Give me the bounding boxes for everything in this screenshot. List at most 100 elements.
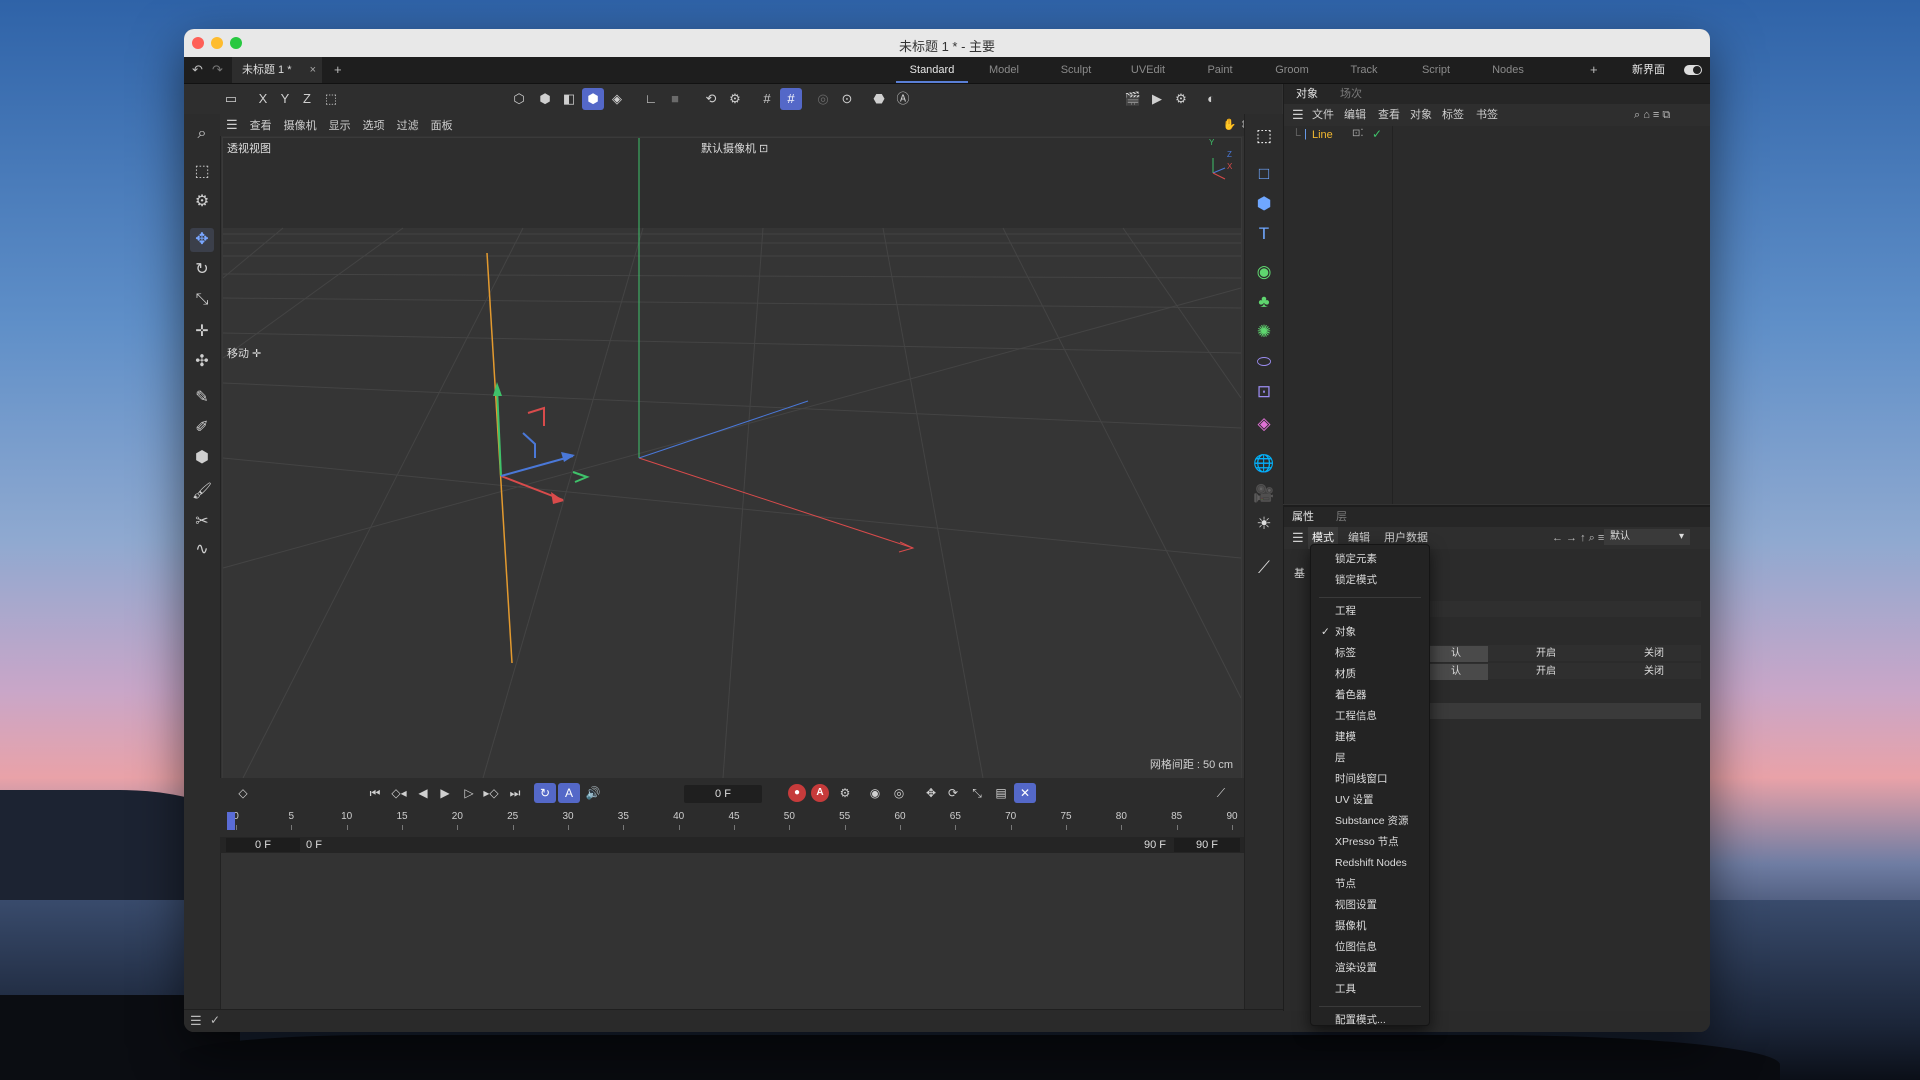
rotate-tool-icon[interactable]: ↻ <box>190 258 214 282</box>
layout-tab-model[interactable]: Model <box>968 57 1040 83</box>
range-start-field-b[interactable]: 0 F <box>304 838 324 852</box>
solo-mode-icon[interactable]: ■ <box>664 88 686 110</box>
key-rotation-icon[interactable]: ⟳ <box>942 783 964 803</box>
loop-icon[interactable]: ↻ <box>534 783 556 803</box>
mode-menu-item[interactable]: XPresso 节点 <box>1311 834 1429 851</box>
new-ui-toggle[interactable] <box>1684 65 1702 75</box>
mode-menu-item[interactable]: 着色器 <box>1311 687 1429 704</box>
attribute-row-1-on[interactable]: 开启 <box>1496 646 1596 662</box>
mode-menu-item[interactable]: 节点 <box>1311 876 1429 893</box>
points-mode-icon[interactable]: ⬡ <box>508 88 530 110</box>
playhead[interactable] <box>227 812 235 830</box>
key-selection-icon[interactable]: ◉ <box>864 783 886 803</box>
viewport-menu-view[interactable]: 查看 <box>250 117 272 133</box>
viewport-menu-panel[interactable]: 面板 <box>431 117 453 133</box>
viewport-menu-camera[interactable]: 摄像机 <box>284 117 317 133</box>
selection-tools-icon[interactable]: ⚙ <box>190 190 214 214</box>
mode-menu-item[interactable]: 配置模式... <box>1311 1012 1429 1029</box>
range-end-field-a[interactable]: 90 F <box>1140 838 1170 852</box>
close-tab-icon[interactable]: × <box>310 57 316 83</box>
layout-tab-track[interactable]: Track <box>1328 57 1400 83</box>
attribute-field-row[interactable] <box>1424 601 1701 617</box>
mode-menu-item[interactable]: 锁定元素 <box>1311 551 1429 568</box>
attribute-dropdown-row[interactable] <box>1424 703 1701 719</box>
mode-menu-item[interactable]: 时间线窗口 <box>1311 771 1429 788</box>
sketch-tool-icon[interactable]: ∿ <box>190 538 214 562</box>
frame-ruler[interactable]: 0 5 10 15 20 25 30 35 40 45 50 55 60 65 70 75 80 85 90 <box>232 811 1238 830</box>
object-menu-tags[interactable]: 标签 <box>1442 104 1464 126</box>
render-picture-viewer-icon[interactable]: ▶ <box>1146 88 1168 110</box>
volume-icon[interactable]: ◈ <box>1252 412 1276 436</box>
key-parameter-icon[interactable]: ▤ <box>990 783 1012 803</box>
attribute-row-1-value[interactable]: 认 <box>1424 646 1488 662</box>
grid-snap-icon[interactable]: # <box>756 88 778 110</box>
snap-settings-icon[interactable]: ⚙ <box>724 88 746 110</box>
perspective-viewport[interactable]: 透视视图 默认摄像机 ⊡ Y Z X 移动 ✛ 网格间距 : 50 cm <box>222 137 1242 779</box>
transform-tools-icon[interactable]: ✣ <box>190 350 214 374</box>
motion-clip-icon[interactable]: ◎ <box>888 783 910 803</box>
texture-mode-icon[interactable]: ◈ <box>606 88 628 110</box>
light-icon[interactable]: ☀ <box>1252 512 1276 536</box>
auto-key-icon[interactable]: Ⓐ <box>892 88 914 110</box>
go-to-start-icon[interactable]: ⏮ <box>364 783 386 803</box>
spline-pen-icon[interactable]: ✎ <box>190 386 214 410</box>
keyframe-settings-icon[interactable]: ⚙ <box>834 783 856 803</box>
object-menu-file[interactable]: 文件 <box>1312 104 1334 126</box>
sound-icon[interactable]: 🔊 <box>582 783 604 803</box>
previous-frame-icon[interactable]: ◀ <box>412 783 434 803</box>
auto-keying-button[interactable]: A <box>811 784 829 802</box>
environment-icon[interactable]: 🌐 <box>1252 452 1276 476</box>
layout-tab-script[interactable]: Script <box>1400 57 1472 83</box>
search-icon[interactable]: ⌕ <box>190 122 214 146</box>
add-document-tab-button[interactable]: + <box>334 57 342 83</box>
undo-icon[interactable]: ↶ <box>192 57 203 83</box>
undo-history-icon[interactable]: ▭ <box>220 88 242 110</box>
null-object-icon[interactable]: ⊡ <box>1252 380 1276 404</box>
layout-tab-standard[interactable]: Standard <box>896 57 968 83</box>
next-frame-icon[interactable]: ▷ <box>458 783 480 803</box>
object-menu-view[interactable]: 查看 <box>1378 104 1400 126</box>
range-start-field-a[interactable]: 0 F <box>226 838 300 852</box>
object-visibility-icon[interactable]: ⊡⁚ <box>1352 128 1364 139</box>
redo-icon[interactable]: ↷ <box>212 57 223 83</box>
mode-menu-item[interactable]: Redshift Nodes <box>1311 855 1429 872</box>
attribute-row-2-on[interactable]: 开启 <box>1496 664 1596 680</box>
move-tool-icon[interactable]: ✥ <box>190 228 214 252</box>
key-position-icon[interactable]: ✥ <box>920 783 942 803</box>
layout-tab-paint[interactable]: Paint <box>1184 57 1256 83</box>
object-menu-object[interactable]: 对象 <box>1410 104 1432 126</box>
camera-object-icon[interactable]: 🎥 <box>1252 482 1276 506</box>
snap-enable-icon[interactable]: # <box>780 88 802 110</box>
default-dropdown[interactable]: 默认 ▾ <box>1604 529 1690 545</box>
pen-object-icon[interactable]: ⬚ <box>1252 124 1276 148</box>
playback-rate-icon[interactable]: A <box>558 783 580 803</box>
mode-menu-item[interactable]: 位图信息 <box>1311 939 1429 956</box>
mode-menu-item[interactable]: 视图设置 <box>1311 897 1429 914</box>
tweak-mode-icon[interactable]: ⟲ <box>700 88 722 110</box>
object-menu-edit[interactable]: 编辑 <box>1344 104 1366 126</box>
key-scale-icon[interactable]: ⤡ <box>966 783 988 803</box>
coordinate-system-icon[interactable]: ⬚ <box>320 88 342 110</box>
mode-menu-item[interactable]: 工具 <box>1311 981 1429 998</box>
mode-menu-item[interactable]: UV 设置 <box>1311 792 1429 809</box>
mode-menu-item[interactable]: Substance 资源 <box>1311 813 1429 830</box>
object-enabled-check-icon[interactable]: ✓ <box>1372 127 1382 141</box>
mode-menu-item[interactable]: 工程 <box>1311 603 1429 620</box>
render-settings-icon[interactable]: ⚙ <box>1170 88 1192 110</box>
cube-icon[interactable]: ⬢ <box>1252 192 1276 216</box>
record-keyframe-button[interactable]: ● <box>788 784 806 802</box>
mode-menu-item[interactable]: 标签 <box>1311 645 1429 662</box>
polygons-mode-icon[interactable]: ◧ <box>558 88 580 110</box>
add-layout-button[interactable]: + <box>1590 57 1598 83</box>
paint-brush-icon[interactable]: 🖌 <box>190 480 214 504</box>
mode-menu-item[interactable]: 工程信息 <box>1311 708 1429 725</box>
model-mode-icon[interactable]: ⬢ <box>582 88 604 110</box>
workplane-icon[interactable]: ⊙ <box>836 88 858 110</box>
viewport-solo-icon[interactable]: ⬣ <box>868 88 890 110</box>
status-menu-icon[interactable]: ☰ <box>190 1013 202 1029</box>
cloner-icon[interactable]: ♣ <box>1252 290 1276 314</box>
viewport-menu-icon[interactable]: ☰ <box>226 117 238 133</box>
layout-tab-nodes[interactable]: Nodes <box>1472 57 1544 83</box>
render-view-icon[interactable]: 🎬 <box>1122 88 1144 110</box>
knife-tool-icon[interactable]: ✂ <box>190 510 214 534</box>
